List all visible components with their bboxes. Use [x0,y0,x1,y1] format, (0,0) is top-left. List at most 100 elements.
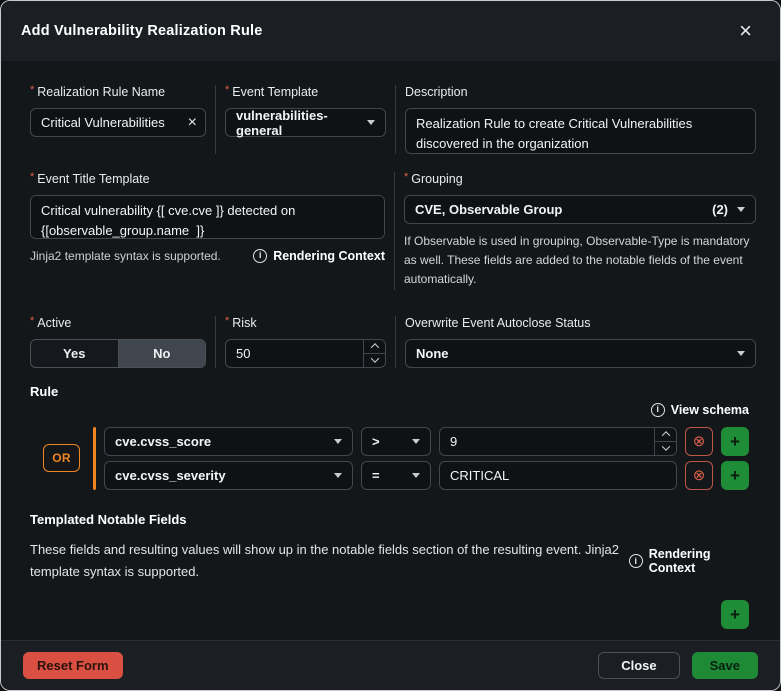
event-title-template-label: * Event Title Template [30,171,150,186]
add-condition-button[interactable]: + [721,426,749,456]
autoclose-label: Overwrite Event Autoclose Status [405,315,591,330]
required-marker: * [30,314,35,327]
column-divider [215,315,216,368]
active-toggle-yes[interactable]: Yes [31,339,119,367]
modal-body: * Realization Rule Name × * Event Templa… [1,61,780,640]
required-marker: * [225,314,230,327]
active-field: * Active Yes No [30,314,206,368]
condition-operator-select[interactable]: = [361,460,431,490]
risk-spinner [363,339,385,367]
required-marker: * [404,171,409,183]
reset-form-button[interactable]: Reset Form [23,652,123,679]
chevron-down-icon [737,207,745,212]
rule-heading: Rule [30,383,59,399]
description-textarea[interactable]: Realization Rule to create Critical Vuln… [405,108,756,154]
view-schema-link[interactable]: i View schema [650,402,749,417]
chevron-up-icon [370,343,379,352]
plus-icon: + [730,431,740,451]
description-field: Description Realization Rule to create C… [405,85,756,154]
event-title-template-textarea[interactable]: Critical vulnerability {[ cve.cve ]} det… [30,195,385,239]
chevron-down-icon [737,350,745,356]
condition-field-select[interactable]: cve.cvss_score [104,426,353,456]
autoclose-select[interactable]: None [405,338,756,368]
condition-value-spinner [654,427,676,455]
form-row-1: * Realization Rule Name × * Event Templa… [30,84,756,154]
add-realization-rule-modal: Add Vulnerability Realization Rule × * R… [0,0,781,691]
event-template-field: * Event Template vulnerabilities-general [225,84,386,154]
risk-label: * Risk [225,314,257,330]
condition-row: cve.cvss_score > 9 ⊗ + [104,426,749,456]
notable-fields-heading: Templated Notable Fields [30,511,187,527]
condition-field-select[interactable]: cve.cvss_severity [104,460,353,490]
delete-condition-button[interactable]: ⊗ [685,426,713,456]
close-icon[interactable]: × [731,18,760,44]
plus-icon: + [730,605,740,625]
required-marker: * [30,171,35,183]
group-bar [93,426,96,490]
spinner-up-button[interactable] [655,428,676,442]
spinner-up-button[interactable] [364,340,385,354]
condition-value-input[interactable] [439,460,677,490]
modal-header: Add Vulnerability Realization Rule × [1,1,780,61]
save-button[interactable]: Save [691,652,758,679]
active-toggle: Yes No [30,338,206,368]
grouping-count-badge: (2) [712,202,728,217]
grouping-select[interactable]: CVE, Observable Group (2) [404,195,756,224]
condition-value-input[interactable] [440,427,676,455]
clear-icon[interactable]: × [188,114,197,131]
notable-fields-description: These fields and resulting values will s… [30,541,619,580]
chevron-down-icon [334,472,342,478]
info-icon: i [628,554,643,569]
rendering-context-link[interactable]: i Rendering Context [628,547,756,575]
circled-x-icon: ⊗ [692,466,706,484]
column-divider [394,172,395,290]
or-operator-badge[interactable]: OR [43,444,80,473]
grouping-hint: If Observable is used in grouping, Obser… [404,234,750,287]
chevron-up-icon [661,431,670,440]
spinner-down-button[interactable] [655,442,676,455]
active-toggle-no[interactable]: No [118,339,205,367]
rule-name-field: * Realization Rule Name × [30,84,206,154]
column-divider [215,85,216,154]
event-template-label: * Event Template [225,84,319,99]
risk-field: * Risk [225,314,386,368]
event-title-template-field: * Event Title Template Critical vulnerab… [30,171,385,290]
close-button[interactable]: Close [598,652,680,679]
risk-input[interactable] [226,339,385,367]
required-marker: * [30,84,35,96]
description-label: Description [405,85,468,99]
chevron-down-icon [661,442,670,451]
jinja-hint: Jinja2 template syntax is supported. [30,249,221,263]
add-condition-button[interactable]: + [721,460,749,490]
chevron-down-icon [367,120,375,125]
circled-x-icon: ⊗ [692,432,706,450]
autoclose-field: Overwrite Event Autoclose Status None [405,316,756,368]
chevron-down-icon [412,472,420,478]
info-icon: i [253,249,268,263]
active-label: * Active [30,314,72,330]
spinner-down-button[interactable] [364,354,385,367]
info-icon: i [650,402,665,417]
condition-row: cve.cvss_severity = ⊗ + [104,460,749,490]
notable-fields-section: Templated Notable Fields These fields an… [30,512,756,630]
chevron-down-icon [412,438,420,444]
column-divider [395,315,396,368]
modal-footer: Reset Form Close Save [1,640,780,690]
delete-condition-button[interactable]: ⊗ [685,460,713,490]
grouping-field: * Grouping CVE, Observable Group (2) If … [404,171,756,290]
modal-title: Add Vulnerability Realization Rule [21,23,263,39]
form-row-2: * Event Title Template Critical vulnerab… [30,171,756,290]
add-notable-field-button[interactable]: + [721,600,749,630]
column-divider [395,85,396,154]
rule-section: Rule i View schema OR cve.cvss_score > 9… [30,384,756,490]
required-marker: * [225,84,230,96]
rule-name-input[interactable] [30,108,206,137]
rendering-context-link[interactable]: i Rendering Context [253,249,385,263]
rule-name-label: * Realization Rule Name [30,84,166,99]
event-template-select[interactable]: vulnerabilities-general [225,108,386,138]
plus-icon: + [730,465,740,485]
condition-operator-select[interactable]: > [361,426,431,456]
rule-condition-group: OR cve.cvss_score > 9 ⊗ + cve.cvss_sever… [30,426,749,490]
grouping-label: * Grouping [404,171,463,186]
chevron-down-icon [370,354,379,363]
